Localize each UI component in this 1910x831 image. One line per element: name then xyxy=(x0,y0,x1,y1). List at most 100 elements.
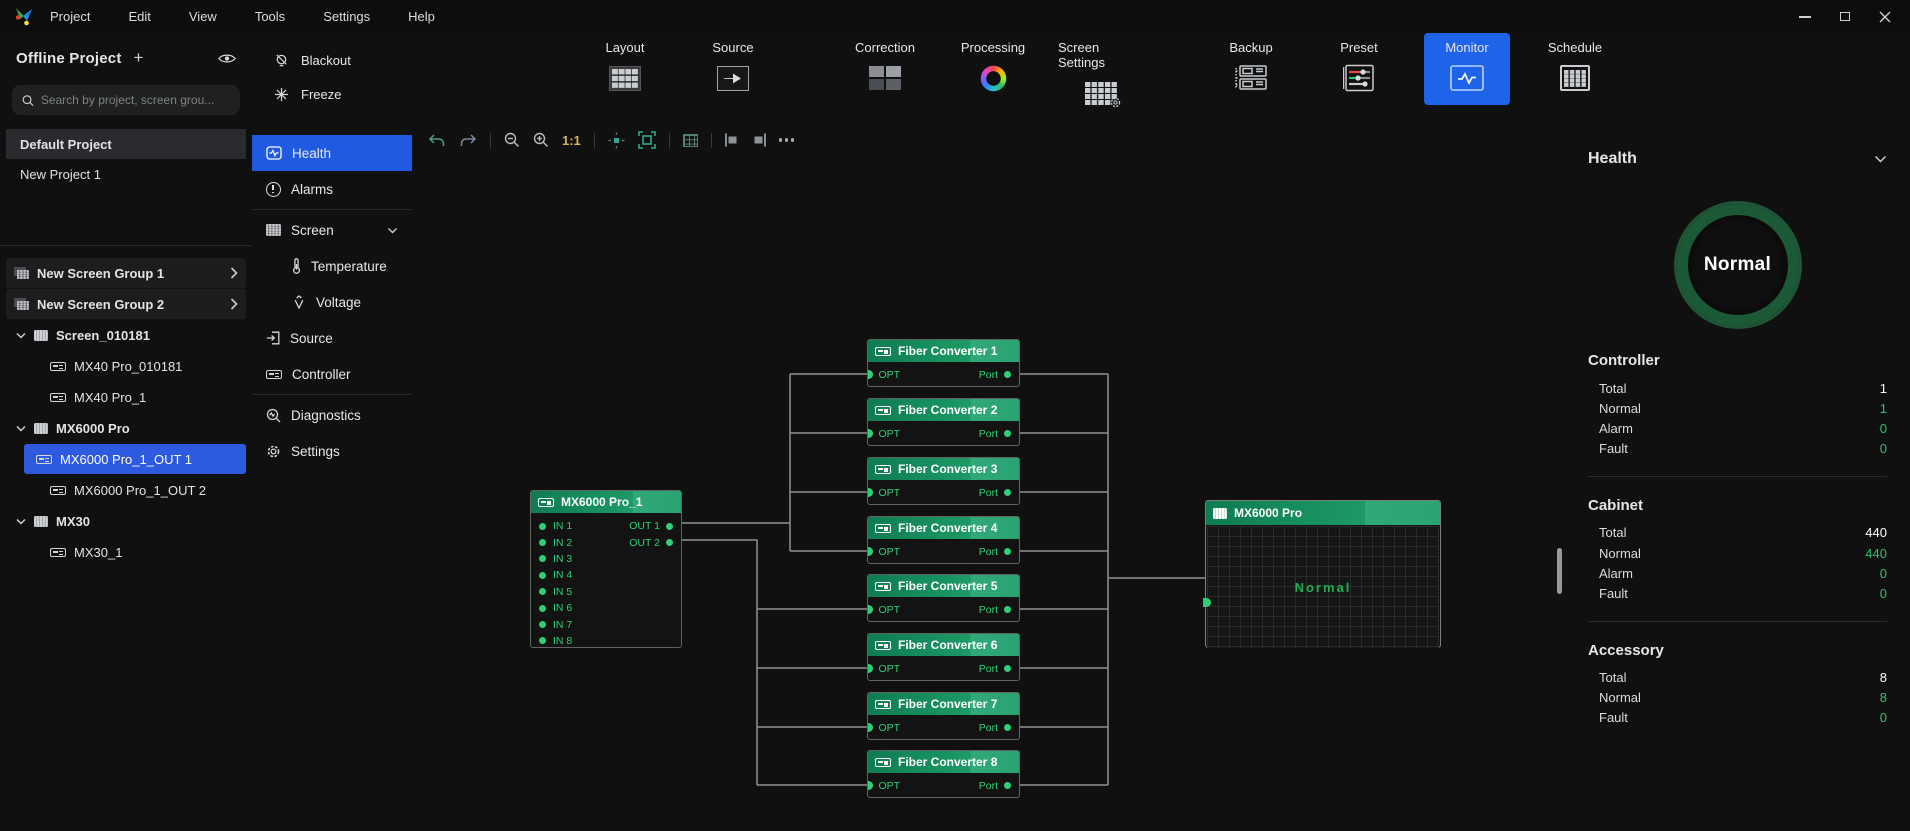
node-title: MX6000 Pro_1 xyxy=(561,495,642,509)
node-screen-mx6000-pro[interactable]: MX6000 Pro Normal xyxy=(1205,500,1441,648)
menu-item-controller[interactable]: Controller xyxy=(252,356,412,392)
controller-icon xyxy=(266,370,282,379)
tree-mx6000-pro-1-out2[interactable]: MX6000 Pro_1_OUT 2 xyxy=(6,475,246,505)
menu-item-screen[interactable]: Screen xyxy=(252,212,412,248)
menu-edit[interactable]: Edit xyxy=(128,9,150,24)
project-item-new1[interactable]: New Project 1 xyxy=(6,159,246,189)
minimize-button[interactable] xyxy=(1798,11,1812,23)
tree-mx40-pro-1[interactable]: MX40 Pro_1 xyxy=(6,382,246,412)
node-title: Fiber Converter 5 xyxy=(898,579,997,593)
center-view-icon[interactable] xyxy=(608,132,625,149)
more-tools-icon[interactable] xyxy=(779,138,782,141)
health-status-label: Normal xyxy=(1704,254,1771,276)
stat-row: Total1 xyxy=(1588,378,1887,398)
tab-label: Layout xyxy=(605,40,644,55)
node-fiber-converter-2[interactable]: Fiber Converter 2 OPT Port xyxy=(867,398,1020,446)
tab-schedule[interactable]: Schedule xyxy=(1532,33,1618,94)
tab-monitor[interactable]: Monitor xyxy=(1424,33,1510,105)
tab-correction[interactable]: Correction xyxy=(842,33,928,94)
freeze-button[interactable]: Freeze xyxy=(252,77,412,111)
menu-settings[interactable]: Settings xyxy=(323,9,370,24)
node-fiber-converter-1[interactable]: Fiber Converter 1 OPT Port xyxy=(867,339,1020,387)
menu-item-temperature[interactable]: Temperature xyxy=(252,248,412,284)
tree-mx6000-pro-1-out1[interactable]: MX6000 Pro_1_OUT 1 xyxy=(24,444,246,474)
device-icon xyxy=(875,758,891,767)
tree-screen-group-1[interactable]: New Screen Group 1 xyxy=(6,258,246,288)
port-label: Port xyxy=(979,487,998,499)
zoom-in-icon[interactable] xyxy=(533,132,549,148)
tree-label: MX30 xyxy=(56,514,90,529)
caret-down-icon[interactable] xyxy=(16,518,26,525)
project-search[interactable] xyxy=(12,85,240,115)
blackout-button[interactable]: Blackout xyxy=(252,43,412,77)
menu-help[interactable]: Help xyxy=(408,9,435,24)
tree-mx30-1[interactable]: MX30_1 xyxy=(6,537,246,567)
align-right-icon[interactable] xyxy=(752,133,766,147)
tab-backup[interactable]: Backup xyxy=(1208,33,1294,94)
align-left-icon[interactable] xyxy=(725,133,739,147)
fit-view-icon[interactable] xyxy=(638,131,656,149)
topology-canvas[interactable]: 1:1 xyxy=(412,111,1565,831)
port-dot xyxy=(1004,548,1011,555)
menu-item-label: Controller xyxy=(292,367,351,382)
add-project-icon[interactable]: + xyxy=(134,48,144,68)
zoom-out-icon[interactable] xyxy=(504,132,520,148)
chevron-right-icon[interactable] xyxy=(230,267,238,279)
eye-icon[interactable] xyxy=(218,53,236,64)
tree-mx40-pro-010181[interactable]: MX40 Pro_010181 xyxy=(6,351,246,381)
stat-row: Normal1 xyxy=(1588,398,1887,418)
search-icon xyxy=(22,94,34,107)
tree-screen-010181[interactable]: Screen_010181 xyxy=(6,320,246,350)
node-title: Fiber Converter 2 xyxy=(898,403,997,417)
layout-icon xyxy=(610,67,640,90)
caret-down-icon[interactable] xyxy=(16,425,26,432)
tab-layout[interactable]: Layout xyxy=(582,33,668,94)
menu-item-voltage[interactable]: Voltage xyxy=(252,284,412,320)
menu-item-diagnostics[interactable]: Diagnostics xyxy=(252,397,412,433)
node-fiber-converter-7[interactable]: Fiber Converter 7 OPT Port xyxy=(867,692,1020,740)
port-dot xyxy=(539,637,546,644)
search-input[interactable] xyxy=(41,93,230,107)
collapse-chevron-icon[interactable] xyxy=(1874,155,1887,163)
section-controller: Controller Total1 Normal1 Alarm0 Fault0 xyxy=(1588,352,1887,459)
node-fiber-converter-4[interactable]: Fiber Converter 4 OPT Port xyxy=(867,516,1020,564)
node-fiber-converter-6[interactable]: Fiber Converter 6 OPT Port xyxy=(867,633,1020,681)
canvas-scrollbar[interactable] xyxy=(1557,548,1562,594)
menu-item-source[interactable]: Source xyxy=(252,320,412,356)
tree-label: MX6000 Pro_1_OUT 2 xyxy=(74,483,206,498)
chevron-right-icon[interactable] xyxy=(230,298,238,310)
diagnostics-icon xyxy=(266,408,281,423)
device-icon xyxy=(875,406,891,415)
device-icon xyxy=(875,700,891,709)
node-fiber-converter-5[interactable]: Fiber Converter 5 OPT Port xyxy=(867,574,1020,622)
maximize-button[interactable] xyxy=(1838,11,1852,23)
menu-project[interactable]: Project xyxy=(50,9,90,24)
redo-icon[interactable] xyxy=(459,134,477,147)
node-mx6000-pro-1[interactable]: MX6000 Pro_1 IN 1 IN 2 IN 3 IN 4 IN 5 IN… xyxy=(530,490,682,648)
menu-item-label: Diagnostics xyxy=(291,408,361,423)
grid-toggle-icon[interactable] xyxy=(683,134,698,147)
node-fiber-converter-8[interactable]: Fiber Converter 8 OPT Port xyxy=(867,750,1020,798)
undo-icon[interactable] xyxy=(428,134,446,147)
tab-preset[interactable]: Preset xyxy=(1316,33,1402,94)
tab-processing[interactable]: Processing xyxy=(950,33,1036,94)
menu-item-alarms[interactable]: Alarms xyxy=(252,171,412,207)
tree-mx6000-pro[interactable]: MX6000 Pro xyxy=(6,413,246,443)
project-item-default[interactable]: Default Project xyxy=(6,129,246,159)
node-fiber-converter-3[interactable]: Fiber Converter 3 OPT Port xyxy=(867,457,1020,505)
caret-down-icon[interactable] xyxy=(16,332,26,339)
tree-mx30[interactable]: MX30 xyxy=(6,506,246,536)
port-dot xyxy=(539,621,546,628)
port-label: Port xyxy=(979,604,998,616)
close-button[interactable] xyxy=(1878,11,1892,23)
menu-item-health[interactable]: Health xyxy=(252,135,412,171)
menu-view[interactable]: View xyxy=(189,9,217,24)
zoom-ratio-label[interactable]: 1:1 xyxy=(562,133,581,148)
menu-item-settings[interactable]: Settings xyxy=(252,433,412,469)
tree-screen-group-2[interactable]: New Screen Group 2 xyxy=(6,289,246,319)
menu-tools[interactable]: Tools xyxy=(255,9,285,24)
device-icon xyxy=(875,524,891,533)
tab-screen-settings[interactable]: Screen Settings xyxy=(1058,33,1144,109)
chevron-down-icon[interactable] xyxy=(387,227,398,234)
tab-source[interactable]: Source xyxy=(690,33,776,94)
